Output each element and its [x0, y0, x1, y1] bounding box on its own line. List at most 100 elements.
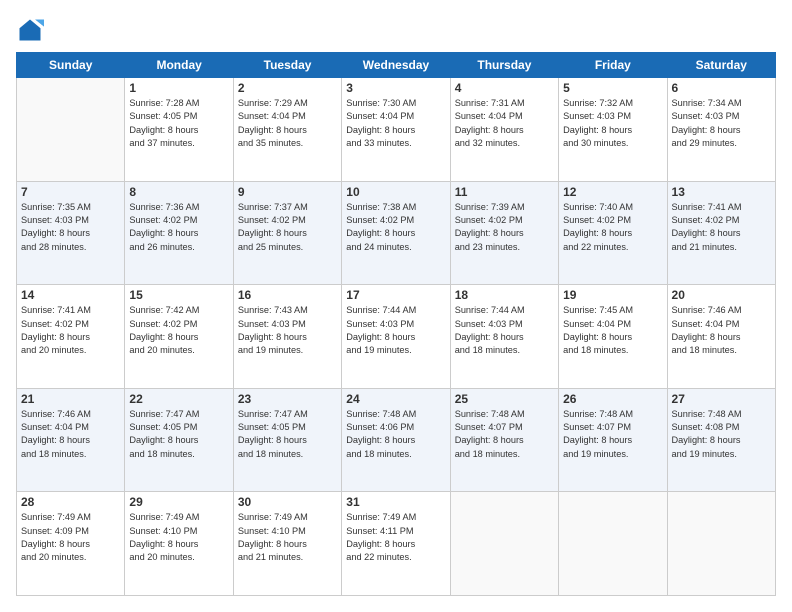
- day-info: Sunrise: 7:45 AM Sunset: 4:04 PM Dayligh…: [563, 304, 662, 357]
- day-number: 5: [563, 81, 662, 95]
- day-number: 10: [346, 185, 445, 199]
- day-number: 29: [129, 495, 228, 509]
- calendar-cell: 18 Sunrise: 7:44 AM Sunset: 4:03 PM Dayli…: [450, 285, 558, 389]
- day-info: Sunrise: 7:49 AM Sunset: 4:11 PM Dayligh…: [346, 511, 445, 564]
- day-number: 18: [455, 288, 554, 302]
- day-number: 14: [21, 288, 120, 302]
- day-number: 25: [455, 392, 554, 406]
- logo-icon: [16, 16, 44, 44]
- day-info: Sunrise: 7:31 AM Sunset: 4:04 PM Dayligh…: [455, 97, 554, 150]
- calendar-cell: 7Sunrise: 7:35 AM Sunset: 4:03 PM Daylig…: [17, 181, 125, 285]
- weekday-header-saturday: Saturday: [667, 53, 775, 78]
- day-info: Sunrise: 7:49 AM Sunset: 4:10 PM Dayligh…: [238, 511, 337, 564]
- day-info: Sunrise: 7:42 AM Sunset: 4:02 PM Dayligh…: [129, 304, 228, 357]
- day-info: Sunrise: 7:36 AM Sunset: 4:02 PM Dayligh…: [129, 201, 228, 254]
- day-info: Sunrise: 7:30 AM Sunset: 4:04 PM Dayligh…: [346, 97, 445, 150]
- calendar-cell: 30 Sunrise: 7:49 AM Sunset: 4:10 PM Dayli…: [233, 492, 341, 596]
- day-info: Sunrise: 7:47 AM Sunset: 4:05 PM Dayligh…: [129, 408, 228, 461]
- logo: [16, 16, 48, 44]
- calendar-cell: [667, 492, 775, 596]
- calendar-cell: 6 Sunrise: 7:34 AM Sunset: 4:03 PM Daylig…: [667, 78, 775, 182]
- calendar-cell: 31 Sunrise: 7:49 AM Sunset: 4:11 PM Dayli…: [342, 492, 450, 596]
- day-number: 19: [563, 288, 662, 302]
- day-number: 15: [129, 288, 228, 302]
- day-number: 4: [455, 81, 554, 95]
- calendar-cell: 2Sunrise: 7:29 AM Sunset: 4:04 PM Daylig…: [233, 78, 341, 182]
- day-number: 13: [672, 185, 771, 199]
- page: SundayMondayTuesdayWednesdayThursdayFrid…: [0, 0, 792, 612]
- calendar-week-row: 1 Sunrise: 7:28 AM Sunset: 4:05 PM Daylig…: [17, 78, 776, 182]
- calendar-cell: 20Sunrise: 7:46 AM Sunset: 4:04 PM Dayli…: [667, 285, 775, 389]
- calendar-cell: 22 Sunrise: 7:47 AM Sunset: 4:05 PM Dayli…: [125, 388, 233, 492]
- day-info: Sunrise: 7:43 AM Sunset: 4:03 PM Dayligh…: [238, 304, 337, 357]
- day-number: 3: [346, 81, 445, 95]
- calendar-cell: 28 Sunrise: 7:49 AM Sunset: 4:09 PM Dayli…: [17, 492, 125, 596]
- day-info: Sunrise: 7:48 AM Sunset: 4:07 PM Dayligh…: [455, 408, 554, 461]
- day-info: Sunrise: 7:34 AM Sunset: 4:03 PM Dayligh…: [672, 97, 771, 150]
- weekday-header-friday: Friday: [559, 53, 667, 78]
- calendar-cell: 4 Sunrise: 7:31 AM Sunset: 4:04 PM Daylig…: [450, 78, 558, 182]
- calendar-cell: 23Sunrise: 7:47 AM Sunset: 4:05 PM Dayli…: [233, 388, 341, 492]
- calendar-cell: 19 Sunrise: 7:45 AM Sunset: 4:04 PM Dayli…: [559, 285, 667, 389]
- day-number: 28: [21, 495, 120, 509]
- calendar-cell: 14Sunrise: 7:41 AM Sunset: 4:02 PM Dayli…: [17, 285, 125, 389]
- day-info: Sunrise: 7:49 AM Sunset: 4:10 PM Dayligh…: [129, 511, 228, 564]
- day-info: Sunrise: 7:46 AM Sunset: 4:04 PM Dayligh…: [21, 408, 120, 461]
- calendar-cell: [450, 492, 558, 596]
- day-number: 16: [238, 288, 337, 302]
- day-number: 31: [346, 495, 445, 509]
- day-info: Sunrise: 7:48 AM Sunset: 4:06 PM Dayligh…: [346, 408, 445, 461]
- day-number: 17: [346, 288, 445, 302]
- calendar-cell: 21 Sunrise: 7:46 AM Sunset: 4:04 PM Dayli…: [17, 388, 125, 492]
- header: [16, 16, 776, 44]
- day-info: Sunrise: 7:35 AM Sunset: 4:03 PM Dayligh…: [21, 201, 120, 254]
- calendar-cell: 24 Sunrise: 7:48 AM Sunset: 4:06 PM Dayli…: [342, 388, 450, 492]
- day-number: 30: [238, 495, 337, 509]
- calendar-cell: [559, 492, 667, 596]
- day-info: Sunrise: 7:48 AM Sunset: 4:08 PM Dayligh…: [672, 408, 771, 461]
- calendar-cell: 12 Sunrise: 7:40 AM Sunset: 4:02 PM Dayli…: [559, 181, 667, 285]
- calendar-cell: 3 Sunrise: 7:30 AM Sunset: 4:04 PM Daylig…: [342, 78, 450, 182]
- day-number: 22: [129, 392, 228, 406]
- day-number: 9: [238, 185, 337, 199]
- calendar-week-row: 7Sunrise: 7:35 AM Sunset: 4:03 PM Daylig…: [17, 181, 776, 285]
- day-number: 8: [129, 185, 228, 199]
- calendar-cell: 16 Sunrise: 7:43 AM Sunset: 4:03 PM Dayli…: [233, 285, 341, 389]
- day-info: Sunrise: 7:29 AM Sunset: 4:04 PM Dayligh…: [238, 97, 337, 150]
- day-number: 24: [346, 392, 445, 406]
- day-number: 27: [672, 392, 771, 406]
- day-info: Sunrise: 7:28 AM Sunset: 4:05 PM Dayligh…: [129, 97, 228, 150]
- day-info: Sunrise: 7:40 AM Sunset: 4:02 PM Dayligh…: [563, 201, 662, 254]
- calendar-cell: 17 Sunrise: 7:44 AM Sunset: 4:03 PM Dayli…: [342, 285, 450, 389]
- day-number: 11: [455, 185, 554, 199]
- day-number: 12: [563, 185, 662, 199]
- day-info: Sunrise: 7:39 AM Sunset: 4:02 PM Dayligh…: [455, 201, 554, 254]
- calendar-cell: 11 Sunrise: 7:39 AM Sunset: 4:02 PM Dayli…: [450, 181, 558, 285]
- day-info: Sunrise: 7:41 AM Sunset: 4:02 PM Dayligh…: [672, 201, 771, 254]
- day-number: 6: [672, 81, 771, 95]
- calendar-week-row: 14Sunrise: 7:41 AM Sunset: 4:02 PM Dayli…: [17, 285, 776, 389]
- weekday-header-monday: Monday: [125, 53, 233, 78]
- day-info: Sunrise: 7:49 AM Sunset: 4:09 PM Dayligh…: [21, 511, 120, 564]
- calendar-cell: 1 Sunrise: 7:28 AM Sunset: 4:05 PM Daylig…: [125, 78, 233, 182]
- calendar-cell: 9 Sunrise: 7:37 AM Sunset: 4:02 PM Daylig…: [233, 181, 341, 285]
- calendar-table: SundayMondayTuesdayWednesdayThursdayFrid…: [16, 52, 776, 596]
- day-info: Sunrise: 7:46 AM Sunset: 4:04 PM Dayligh…: [672, 304, 771, 357]
- day-info: Sunrise: 7:47 AM Sunset: 4:05 PM Dayligh…: [238, 408, 337, 461]
- calendar-cell: 26Sunrise: 7:48 AM Sunset: 4:07 PM Dayli…: [559, 388, 667, 492]
- calendar-cell: 25 Sunrise: 7:48 AM Sunset: 4:07 PM Dayli…: [450, 388, 558, 492]
- calendar-cell: 10Sunrise: 7:38 AM Sunset: 4:02 PM Dayli…: [342, 181, 450, 285]
- calendar-cell: 5 Sunrise: 7:32 AM Sunset: 4:03 PM Daylig…: [559, 78, 667, 182]
- day-info: Sunrise: 7:32 AM Sunset: 4:03 PM Dayligh…: [563, 97, 662, 150]
- day-info: Sunrise: 7:44 AM Sunset: 4:03 PM Dayligh…: [346, 304, 445, 357]
- calendar-cell: 15 Sunrise: 7:42 AM Sunset: 4:02 PM Dayli…: [125, 285, 233, 389]
- calendar-cell: [17, 78, 125, 182]
- day-number: 1: [129, 81, 228, 95]
- weekday-header-thursday: Thursday: [450, 53, 558, 78]
- calendar-cell: 13 Sunrise: 7:41 AM Sunset: 4:02 PM Dayli…: [667, 181, 775, 285]
- day-info: Sunrise: 7:37 AM Sunset: 4:02 PM Dayligh…: [238, 201, 337, 254]
- day-info: Sunrise: 7:44 AM Sunset: 4:03 PM Dayligh…: [455, 304, 554, 357]
- day-info: Sunrise: 7:48 AM Sunset: 4:07 PM Dayligh…: [563, 408, 662, 461]
- day-number: 21: [21, 392, 120, 406]
- weekday-header-sunday: Sunday: [17, 53, 125, 78]
